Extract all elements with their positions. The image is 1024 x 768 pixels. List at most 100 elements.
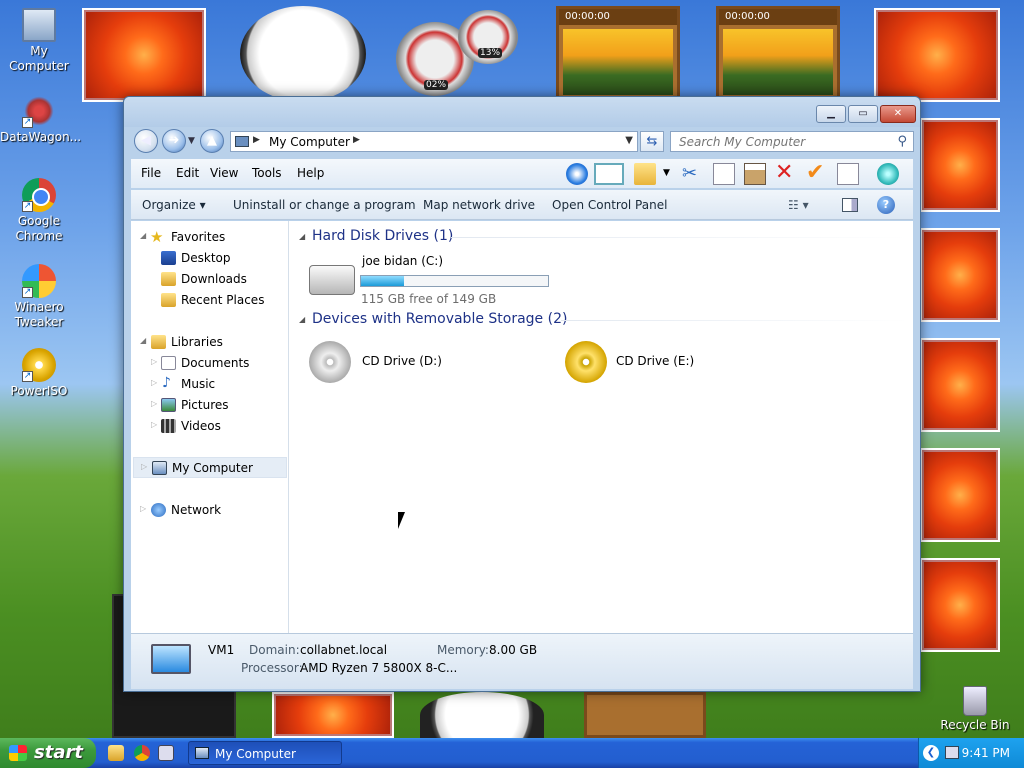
panes-icon[interactable] — [594, 163, 624, 185]
dropdown-icon[interactable]: ▼ — [663, 168, 670, 178]
taskbar-item-my-computer[interactable]: My Computer — [188, 741, 342, 765]
folder-options-icon[interactable] — [634, 163, 656, 185]
organize-button[interactable]: Organize ▾ — [142, 198, 206, 212]
address-dropdown-icon[interactable]: ▼ — [625, 135, 633, 146]
collapse-arrow-icon[interactable]: ◢ — [299, 315, 305, 324]
chrome-quicklaunch-icon[interactable] — [134, 745, 150, 761]
help-icon[interactable]: ? — [877, 196, 895, 214]
menu-view[interactable]: View — [210, 166, 238, 180]
flower-gadget — [920, 118, 1000, 212]
video-time: 00:00:00 — [725, 11, 770, 22]
desktop-icon-my-computer[interactable]: My Computer — [0, 8, 78, 74]
breadcrumb-arrow-icon[interactable]: ▶ — [353, 135, 360, 145]
group-title-hard-disk[interactable]: Hard Disk Drives (1) — [312, 228, 453, 244]
minimize-button[interactable]: ▁ — [816, 105, 846, 123]
collapse-arrow-icon[interactable]: ◢ — [140, 336, 146, 345]
expand-arrow-icon[interactable]: ▷ — [151, 357, 157, 366]
network-status-icon[interactable] — [945, 746, 959, 759]
sidebar-item-favorites[interactable]: ◢ ★ Favorites — [131, 227, 281, 247]
desktop-icon-poweriso[interactable]: ↗ PowerISO — [0, 348, 78, 399]
drive-name: joe bidan (C:) — [362, 254, 443, 268]
expand-arrow-icon[interactable]: ▷ — [151, 420, 157, 429]
paste-icon[interactable] — [744, 163, 766, 185]
sidebar-item-pictures[interactable]: ▷ Pictures — [131, 395, 281, 415]
globe-icon[interactable] — [877, 163, 899, 185]
documents-icon — [161, 356, 176, 370]
address-input[interactable]: ▶ My Computer ▶ ▼ — [230, 131, 638, 152]
collapse-arrow-icon[interactable]: ◢ — [299, 232, 305, 241]
desktop-icon — [161, 251, 176, 265]
back-button[interactable]: ◀ — [134, 129, 158, 153]
start-button[interactable]: start — [0, 738, 96, 768]
drive-item-e[interactable]: CD Drive (E:) — [563, 337, 763, 387]
app-quicklaunch-icon[interactable] — [158, 745, 174, 761]
network-icon — [151, 503, 166, 517]
datawagon-icon: ↗ — [22, 94, 56, 128]
expand-arrow-icon[interactable]: ▷ — [151, 399, 157, 408]
sidebar-item-network[interactable]: ▷ Network — [131, 500, 281, 520]
video-gadget — [584, 692, 706, 738]
sidebar-item-desktop[interactable]: Desktop — [131, 248, 281, 268]
cut-icon[interactable]: ✂ — [682, 163, 704, 185]
collapse-arrow-icon[interactable]: ◢ — [140, 231, 146, 240]
taskbar-item-label: My Computer — [215, 747, 296, 761]
memory-value: 8.00 GB — [489, 643, 538, 657]
forward-button[interactable]: ➜ — [162, 129, 186, 153]
refresh-button[interactable]: ⇆ — [640, 131, 664, 152]
expand-arrow-icon[interactable]: ▷ — [151, 378, 157, 387]
view-options-icon[interactable]: ☷ ▾ — [788, 198, 809, 212]
check-icon[interactable]: ✔ — [806, 162, 828, 185]
uninstall-program-button[interactable]: Uninstall or change a program — [233, 198, 416, 212]
menu-tools[interactable]: Tools — [252, 166, 282, 180]
up-button[interactable]: ▲ — [200, 129, 224, 153]
flower-gadget — [920, 338, 1000, 432]
desktop-icon-datawagon[interactable]: ↗ DataWagon... — [0, 94, 81, 145]
properties-icon[interactable] — [837, 163, 859, 185]
clock-gadget — [240, 6, 366, 102]
desktop-icon-chrome[interactable]: ↗ Google Chrome — [0, 178, 78, 244]
explorer-window[interactable]: ▁ ▭ ✕ ◀ ➜ ▼ ▲ ▶ My Computer ▶ ▼ ⇆ ⚲ File… — [123, 96, 921, 692]
group-title-removable[interactable]: Devices with Removable Storage (2) — [312, 311, 567, 327]
search-box[interactable]: ⚲ — [670, 131, 914, 152]
menu-edit[interactable]: Edit — [176, 166, 199, 180]
breadcrumb-arrow-icon[interactable]: ▶ — [253, 135, 260, 145]
windows-logo-icon — [9, 745, 27, 761]
sidebar-item-libraries[interactable]: ◢ Libraries — [131, 332, 281, 352]
close-button[interactable]: ✕ — [880, 105, 916, 123]
maximize-button[interactable]: ▭ — [848, 105, 878, 123]
map-network-drive-button[interactable]: Map network drive — [423, 198, 535, 212]
menu-file[interactable]: File — [141, 166, 161, 180]
sidebar-item-recent-places[interactable]: Recent Places — [131, 290, 281, 310]
menu-help[interactable]: Help — [297, 166, 324, 180]
history-dropdown-icon[interactable]: ▼ — [188, 136, 195, 146]
preview-pane-icon[interactable] — [842, 198, 858, 212]
up-folder-icon[interactable] — [566, 163, 588, 185]
sidebar-item-downloads[interactable]: Downloads — [131, 269, 281, 289]
copy-icon[interactable] — [713, 163, 735, 185]
explorer-quicklaunch-icon[interactable] — [108, 745, 124, 761]
poweriso-icon: ↗ — [22, 348, 56, 382]
delete-icon[interactable]: ✕ — [775, 162, 797, 185]
sidebar-item-label: Network — [171, 503, 222, 517]
tray-expand-icon[interactable]: ❮ — [923, 745, 939, 761]
desktop-icon-recycle-bin[interactable]: Recycle Bin — [936, 686, 1014, 733]
flower-gadget — [920, 558, 1000, 652]
tray-clock[interactable]: 9:41 PM — [962, 746, 1010, 760]
sidebar-item-videos[interactable]: ▷ Videos — [131, 416, 281, 436]
sidebar-item-documents[interactable]: ▷ Documents — [131, 353, 281, 373]
desktop-icon-winaero[interactable]: ↗ Winaero Tweaker — [0, 264, 78, 330]
drive-capacity-bar — [360, 275, 549, 287]
recent-places-icon — [161, 293, 176, 307]
breadcrumb[interactable]: My Computer — [269, 135, 350, 149]
expand-arrow-icon[interactable]: ▷ — [141, 462, 147, 471]
drive-item-d[interactable]: CD Drive (D:) — [307, 337, 507, 387]
open-control-panel-button[interactable]: Open Control Panel — [552, 198, 667, 212]
search-icon[interactable]: ⚲ — [897, 134, 907, 149]
search-input[interactable] — [671, 132, 881, 151]
title-bar[interactable]: ▁ ▭ ✕ — [124, 97, 920, 127]
cd-drive-icon — [309, 341, 351, 383]
sidebar-item-music[interactable]: ▷ ♪ Music — [131, 374, 281, 394]
group-divider — [561, 320, 909, 321]
expand-arrow-icon[interactable]: ▷ — [140, 504, 146, 513]
sidebar-item-my-computer[interactable]: ▷ My Computer — [133, 457, 287, 478]
